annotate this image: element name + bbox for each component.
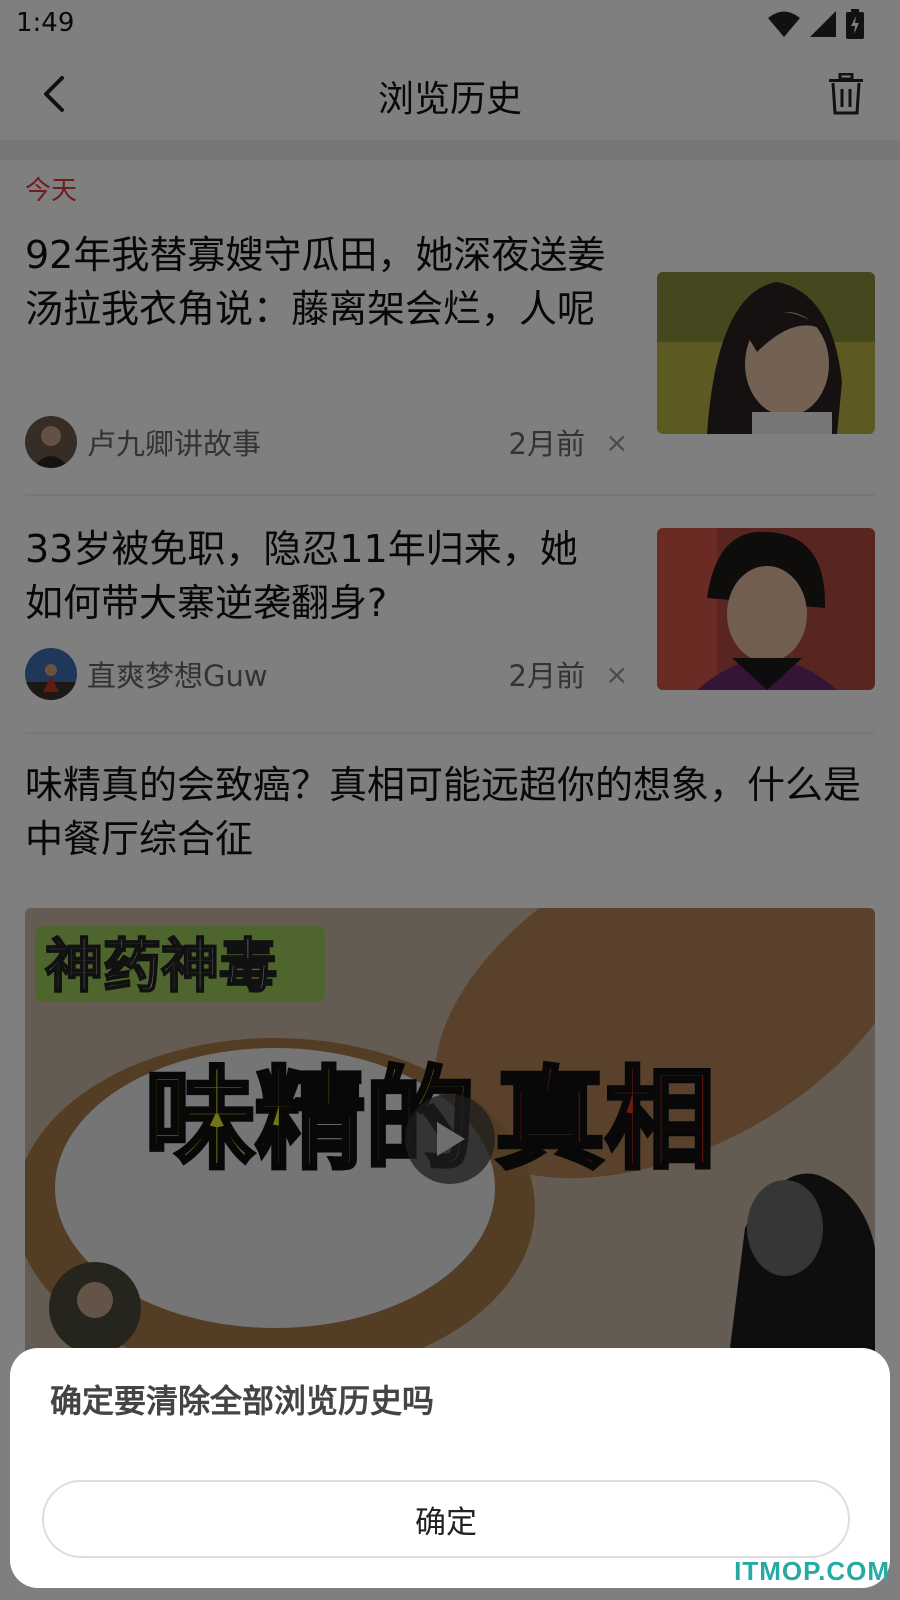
confirm-dialog: 确定要清除全部浏览历史吗 确定 [10,1348,890,1588]
dialog-message: 确定要清除全部浏览历史吗 [50,1382,435,1420]
watermark: ITMOP.COM [734,1556,890,1586]
confirm-button[interactable]: 确定 [42,1480,850,1558]
